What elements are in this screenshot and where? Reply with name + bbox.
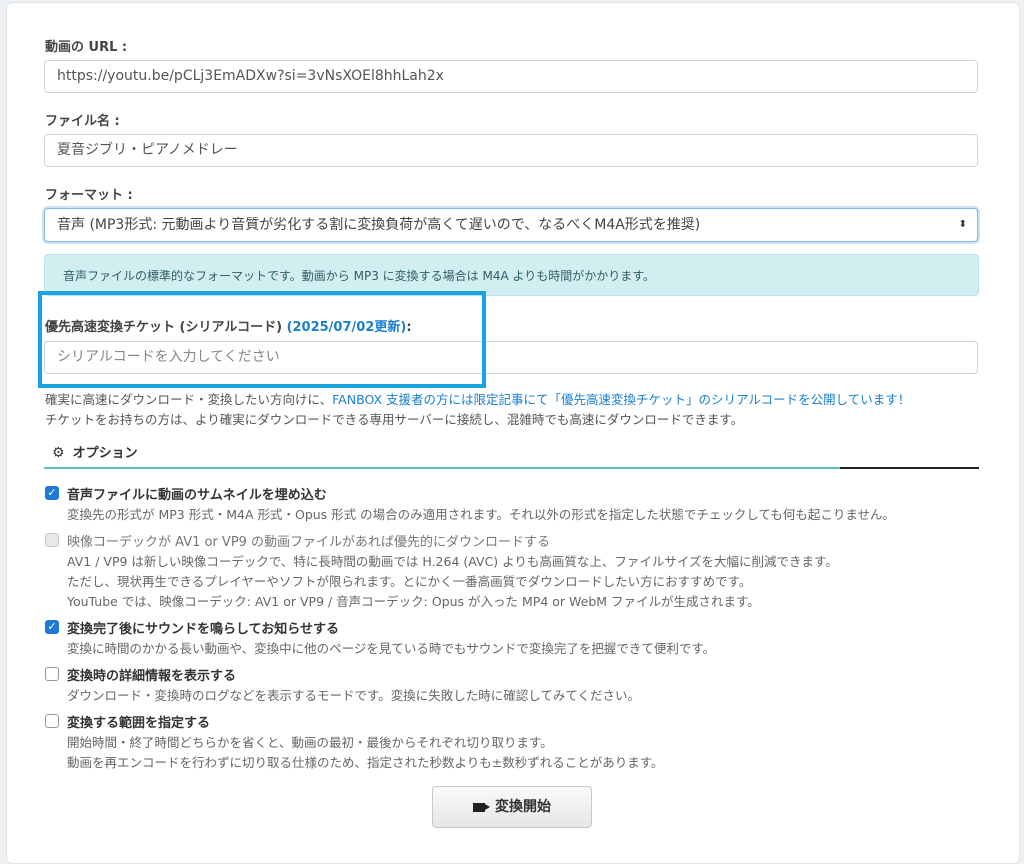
video-camera-icon bbox=[473, 803, 485, 812]
options-tab-underline bbox=[44, 467, 840, 469]
show-details-checkbox[interactable] bbox=[45, 667, 59, 681]
option-label: 変換完了後にサウンドを鳴らしてお知らせする bbox=[67, 622, 339, 637]
filename-input[interactable]: 夏音ジブリ・ピアノメドレー bbox=[44, 134, 978, 167]
start-convert-label: 変換開始 bbox=[495, 799, 551, 815]
specify-range-checkbox[interactable] bbox=[45, 714, 59, 728]
option-desc: 変換に時間のかかる長い動画や、変換中に他のページを見ている時でもサウンドで変換完… bbox=[67, 641, 716, 656]
option-desc: 動画を再エンコードを行わずに切り取る仕様のため、指定された秒数よりも±数秒ずれる… bbox=[67, 755, 664, 770]
url-label: 動画の URL : bbox=[45, 40, 128, 55]
ticket-help-line2: チケットをお持ちの方は、より確実にダウンロードできる専用サーバーに接続し、混雑時… bbox=[45, 412, 744, 427]
check-icon: ✓ bbox=[47, 620, 57, 633]
option-desc: ダウンロード・変換時のログなどを表示するモードです。変換に失敗した時に確認してみ… bbox=[67, 688, 641, 703]
option-label: 変換時の詳細情報を表示する bbox=[67, 669, 237, 684]
option-desc: ただし、現状再生できるプレイヤーやソフトが限られます。とにかく一番高画質でダウン… bbox=[67, 574, 752, 589]
select-arrows-icon: ⬍ bbox=[958, 219, 967, 230]
option-label: 変換する範囲を指定する bbox=[67, 716, 211, 731]
format-info-alert: 音声ファイルの標準的なフォーマットです。動画から MP3 に変換する場合は M4… bbox=[44, 254, 979, 296]
format-selected-value: 音声 (MP3形式: 元動画より音質が劣化する割に変換負荷が高くて遅いので、なる… bbox=[57, 217, 701, 233]
fanbox-link[interactable]: FANBOX 支援者の方には限定記事にて「優先高速変換チケット」のシリアルコード… bbox=[332, 392, 910, 407]
format-label: フォーマット : bbox=[45, 188, 133, 203]
gear-icon: ⚙ bbox=[52, 445, 65, 461]
format-select[interactable]: 音声 (MP3形式: 元動画より音質が劣化する割に変換負荷が高くて遅いので、なる… bbox=[44, 208, 978, 242]
sound-notify-checkbox[interactable]: ✓ bbox=[45, 620, 59, 634]
option-label: 音声ファイルに動画のサムネイルを埋め込む bbox=[67, 488, 327, 503]
ticket-help-line1: 確実に高速にダウンロード・変換したい方向けに、FANBOX 支援者の方には限定記… bbox=[45, 389, 910, 408]
options-tab-underline-dark bbox=[840, 467, 979, 469]
option-desc: YouTube では、映像コーデック: AV1 or VP9 / 音声コーデック… bbox=[67, 594, 760, 609]
option-desc: 開始時間・終了時間どちらかを省くと、動画の最初・最後からそれぞれ切り取ります。 bbox=[67, 735, 553, 750]
embed-thumbnail-checkbox[interactable]: ✓ bbox=[45, 486, 59, 500]
filename-label: ファイル名 : bbox=[45, 114, 120, 129]
option-label: 映像コーデックが AV1 or VP9 の動画ファイルがあれば優先的にダウンロー… bbox=[67, 535, 551, 550]
options-title: オプション bbox=[72, 446, 138, 461]
prefer-av1-vp9-checkbox bbox=[45, 533, 59, 547]
option-desc: AV1 / VP9 は新しい映像コーデックで、特に長時間の動画では H.264 … bbox=[67, 554, 838, 569]
start-convert-button[interactable]: 変換開始 bbox=[432, 786, 592, 828]
url-input[interactable]: https://youtu.be/pCLj3EmADXw?si=3vNsXOEl… bbox=[44, 60, 978, 93]
highlight-annotation-box bbox=[38, 291, 486, 388]
option-desc: 変換先の形式が MP3 形式・M4A 形式・Opus 形式 の場合のみ適用されま… bbox=[67, 507, 896, 522]
check-icon: ✓ bbox=[47, 486, 57, 499]
options-header[interactable]: ⚙ オプション bbox=[52, 442, 138, 461]
ticket-help-text: 確実に高速にダウンロード・変換したい方向けに、 bbox=[45, 392, 333, 407]
